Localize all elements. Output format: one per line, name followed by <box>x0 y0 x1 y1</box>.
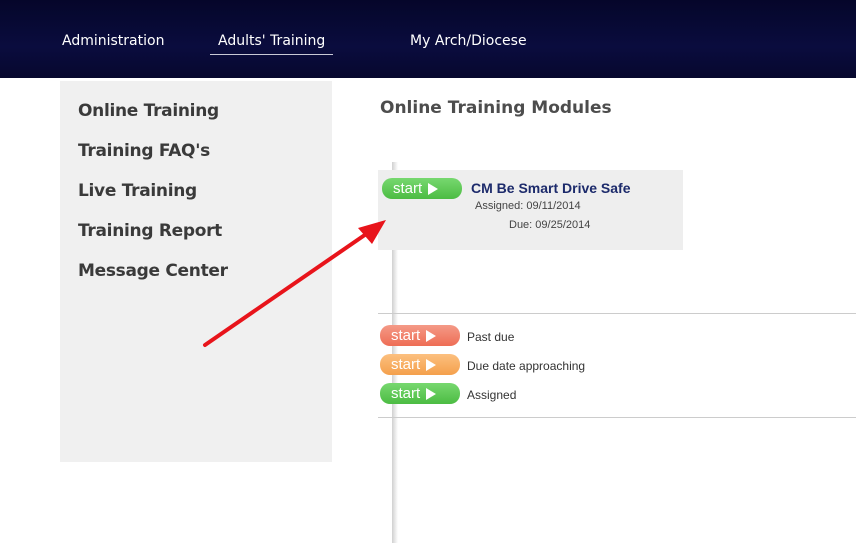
arrow-shaft <box>203 228 374 347</box>
red-arrow-annotation <box>203 220 386 347</box>
arrow-head <box>358 220 386 244</box>
